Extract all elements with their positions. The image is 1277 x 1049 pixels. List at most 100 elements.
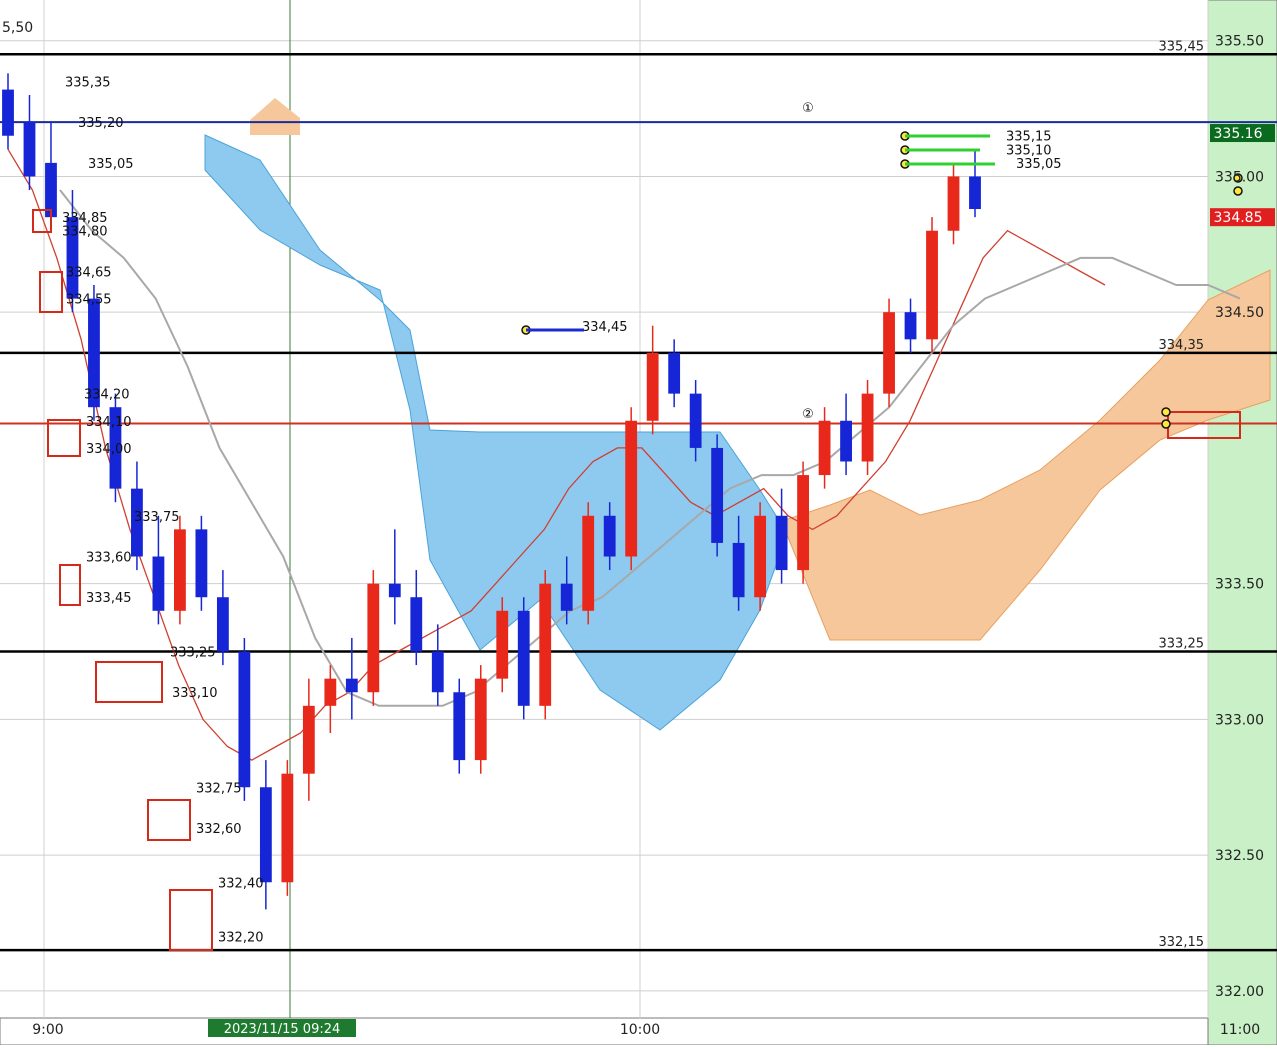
- marker-0: ①: [802, 101, 814, 116]
- annotation-6: 334,55: [66, 293, 112, 308]
- candle-29: [625, 407, 638, 571]
- candle-body-7: [152, 556, 165, 611]
- y-tick-label-3: 333.50: [1215, 577, 1264, 593]
- x-axis-panel: [0, 1017, 1209, 1046]
- price-tag-label-0: 335.16: [1214, 126, 1263, 142]
- annotation-2: 335,05: [88, 157, 134, 172]
- candle-body-9: [195, 529, 208, 598]
- annotation-12: 333,45: [86, 591, 132, 606]
- annotation-14: 333,10: [172, 686, 218, 701]
- candle-25: [539, 570, 552, 720]
- candle-body-24: [517, 610, 530, 706]
- candle-body-13: [281, 773, 294, 883]
- candle-body-42: [904, 312, 917, 340]
- candle-body-1: [23, 122, 36, 177]
- candle-body-20: [431, 651, 444, 693]
- candle-body-26: [560, 583, 573, 611]
- candle-body-0: [2, 89, 14, 136]
- candle-body-10: [216, 597, 229, 652]
- annotation-16: 332,60: [196, 822, 242, 837]
- y-tick-label-2: 334.50: [1215, 305, 1264, 321]
- y-tick-label-6: 332.00: [1215, 984, 1264, 1000]
- candle-41: [883, 298, 895, 408]
- candle-body-27: [582, 515, 595, 611]
- candle-body-22: [474, 678, 487, 761]
- candle-body-16: [345, 678, 358, 693]
- candle-22: [474, 665, 487, 774]
- candle-body-25: [539, 583, 552, 706]
- crosshair-time-label: 2023/11/15 09:24: [224, 1022, 341, 1037]
- candle-body-28: [603, 515, 616, 557]
- annotation-7: 334,20: [84, 388, 130, 403]
- candle-body-36: [775, 515, 788, 571]
- annotation-8: 334,10: [86, 415, 132, 430]
- candle-body-40: [861, 393, 874, 462]
- x-tick-label-1: 10:00: [620, 1022, 660, 1038]
- level-label-2: 333,25: [1159, 637, 1205, 652]
- annotation-17: 332,40: [218, 876, 264, 891]
- annotation-5: 334,65: [66, 265, 112, 280]
- candle-body-19: [410, 597, 423, 652]
- candle-27: [582, 502, 595, 625]
- candle-body-8: [174, 529, 186, 611]
- candle-body-14: [302, 705, 315, 774]
- level-label-1: 334,35: [1159, 338, 1205, 353]
- annotation-4: 334,80: [62, 225, 108, 240]
- candle-35: [754, 502, 767, 611]
- y-axis-panel: [1207, 0, 1277, 1046]
- candle-11: [238, 637, 251, 801]
- candle-13: [281, 760, 294, 896]
- annotation-0: 335,35: [65, 75, 111, 90]
- candle-24: [517, 597, 530, 720]
- candle-body-44: [947, 176, 960, 231]
- candle-body-23: [496, 610, 509, 679]
- x-tick-label-2: 11:00: [1220, 1022, 1260, 1038]
- candle-body-11: [238, 651, 251, 788]
- candle-37: [797, 461, 809, 584]
- x-tick-label-0: 9:00: [32, 1022, 63, 1038]
- candle-body-30: [646, 352, 659, 421]
- annotation-13: 333,25: [170, 646, 216, 661]
- y-top-partial-label: 5,50: [2, 20, 33, 36]
- candle-body-34: [732, 542, 745, 598]
- candle-body-21: [453, 692, 466, 761]
- candle-body-41: [883, 312, 895, 394]
- candle-9: [195, 515, 208, 611]
- y-tick-label-0: 335.50: [1215, 34, 1264, 50]
- annotation-9: 334,00: [86, 442, 132, 457]
- candle-body-32: [689, 393, 702, 448]
- candlestick-chart[interactable]: 335,45 334,35 333,25 332,15 335,35 335,20 335…: [0, 0, 1277, 1046]
- y-tick-label-5: 332.50: [1215, 848, 1264, 864]
- order-dot-4: [1233, 186, 1243, 196]
- candle-8: [174, 515, 186, 625]
- level-label-0: 335,45: [1159, 39, 1205, 54]
- candle-43: [926, 217, 938, 353]
- annotation-18: 332,20: [218, 931, 264, 946]
- chart-svg[interactable]: 335,45 334,35 333,25 332,15 335,35 335,20 335…: [0, 0, 1277, 1046]
- y-tick-label-1: 335.00: [1215, 169, 1264, 185]
- candle-body-29: [625, 420, 638, 557]
- order-dot-7: [1161, 419, 1171, 429]
- candle-body-37: [797, 475, 809, 571]
- annotation-15: 332,75: [196, 781, 242, 796]
- marker-1: ②: [802, 407, 814, 422]
- candle-body-33: [711, 447, 724, 543]
- candle-40: [861, 380, 874, 476]
- candle-body-45: [969, 176, 981, 210]
- candle-body-35: [754, 515, 767, 598]
- candle-21: [453, 678, 466, 774]
- candle-body-31: [668, 352, 681, 394]
- annotation-1: 335,20: [78, 116, 124, 131]
- price-tag-label-1: 334.85: [1214, 210, 1263, 226]
- annotation-22: 335,05: [1016, 157, 1062, 172]
- candle-body-38: [818, 420, 831, 476]
- candle-body-15: [324, 678, 337, 706]
- annotation-11: 333,60: [86, 551, 132, 566]
- candle-body-43: [926, 230, 938, 340]
- candle-body-18: [388, 583, 401, 598]
- candle-17: [367, 570, 380, 706]
- y-tick-label-4: 333.00: [1215, 712, 1264, 728]
- level-label-3: 332,15: [1159, 935, 1205, 950]
- candle-body-39: [840, 420, 852, 462]
- order-dot-6: [1161, 407, 1171, 417]
